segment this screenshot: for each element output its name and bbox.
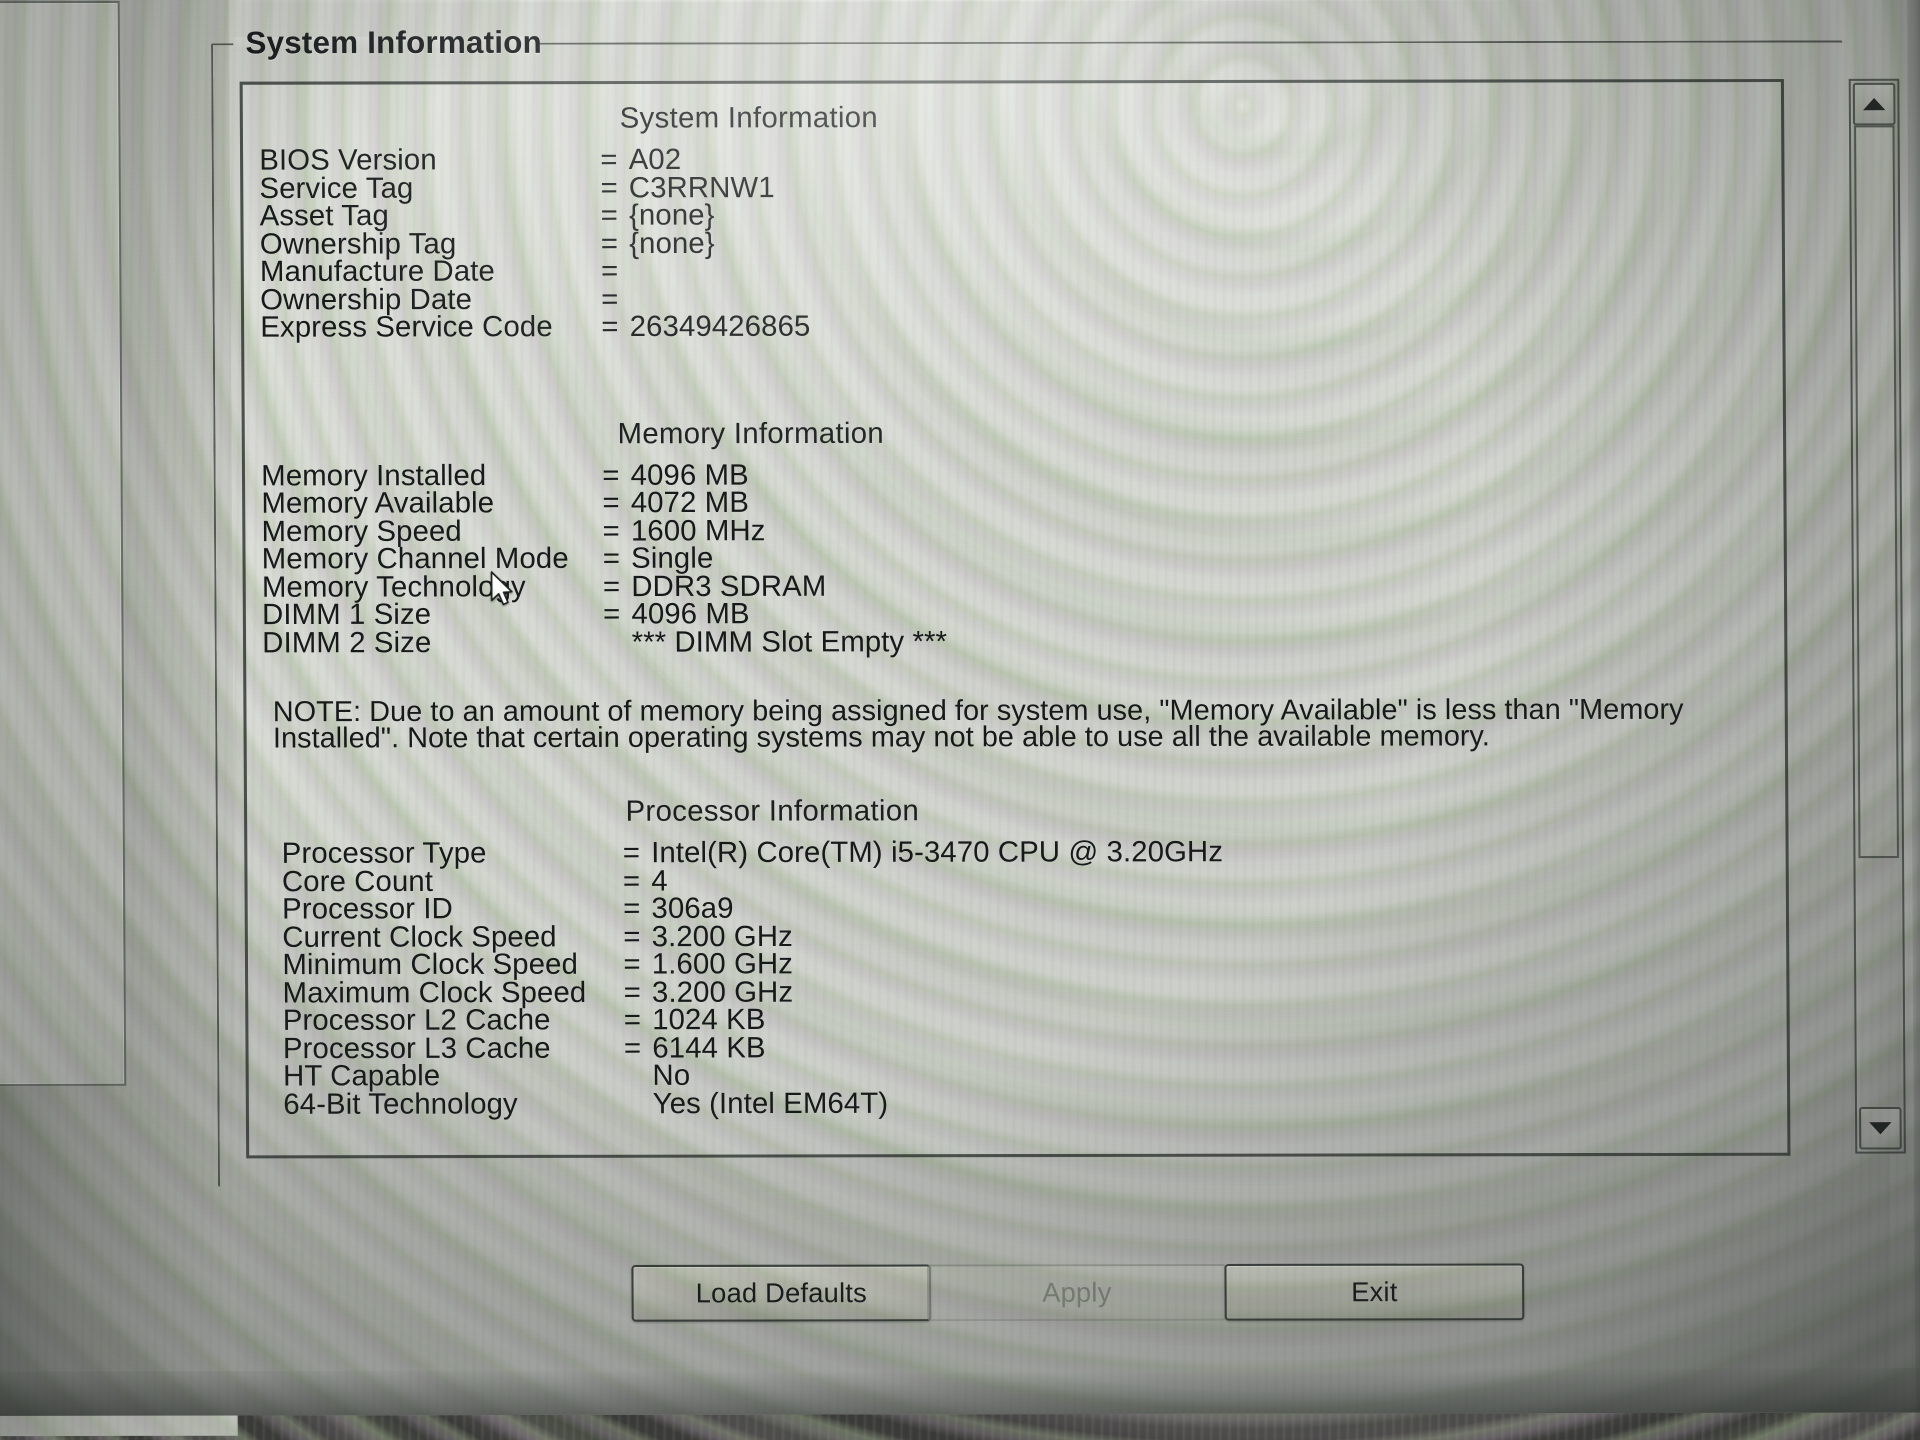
screen-right-edge xyxy=(1906,0,1920,1433)
row-value: *** DIMM Slot Empty *** xyxy=(631,625,948,659)
table-row: DIMM 1 Size = 4096 MB xyxy=(246,596,1784,631)
scrollbar-thumb[interactable] xyxy=(1854,125,1899,859)
section-heading-memory-information: Memory Information xyxy=(617,417,885,450)
table-row: Ownership Date = xyxy=(244,281,1783,316)
memory-note: NOTE: Due to an amount of memory being a… xyxy=(246,693,1785,755)
row-value xyxy=(630,306,1783,308)
row-label: 64-Bit Technology xyxy=(283,1087,518,1121)
table-row: Minimum Clock Speed = 1.600 GHz xyxy=(266,946,1786,981)
table-row: Ownership Tag = {none} xyxy=(244,225,1782,260)
memory-note-text: NOTE: Due to an amount of memory being a… xyxy=(272,693,1684,755)
section-heading-processor-information: Processor Information xyxy=(625,794,920,828)
table-row: 64-Bit Technology Yes (Intel EM64T) xyxy=(267,1085,1787,1120)
system-information-groupbox: System Information System Information BI… xyxy=(211,22,1906,1187)
table-row: HT Capable No xyxy=(267,1058,1787,1092)
scroll-up-arrow-icon xyxy=(1862,98,1886,111)
row-value xyxy=(629,278,1782,280)
scroll-up-button[interactable] xyxy=(1852,82,1896,126)
table-row: Core Count = 4 xyxy=(266,863,1786,898)
section-heading-system-information: System Information xyxy=(619,101,879,135)
row-value: {none} xyxy=(629,227,715,260)
table-row: Processor L3 Cache = 6144 KB xyxy=(267,1030,1787,1065)
row-value: Yes (Intel EM64T) xyxy=(652,1086,889,1120)
section-processor-information: Processor Information Processor Type = I… xyxy=(247,793,1787,1120)
screen-bottom-edge xyxy=(0,1368,1920,1416)
table-row: Processor Type = Intel(R) Core(TM) i5-34… xyxy=(265,835,1785,870)
scrollbar-track[interactable] xyxy=(1853,125,1902,1108)
table-row: Processor L2 Cache = 1024 KB xyxy=(266,1002,1786,1037)
table-row: Asset Tag = {none} xyxy=(243,197,1781,232)
background-window-edge xyxy=(0,0,127,1087)
table-row: Maximum Clock Speed = 3.200 GHz xyxy=(266,974,1786,1009)
table-row: Current Clock Speed = 3.200 GHz xyxy=(266,918,1786,953)
table-row: Memory Available = 4072 MB xyxy=(245,485,1783,520)
scrollable-content[interactable]: System Information BIOS Version = A02 Se… xyxy=(243,82,1788,1155)
row-label: Express Service Code xyxy=(260,310,553,344)
screen-surface: System Information System Information BI… xyxy=(0,0,1920,1440)
vertical-scrollbar[interactable] xyxy=(1848,78,1906,1154)
table-row: Memory Channel Mode = Single xyxy=(245,540,1783,575)
row-equals: = xyxy=(623,1031,642,1065)
row-label: DIMM 2 Size xyxy=(262,626,432,659)
system-information-rows: BIOS Version = A02 Service Tag = C3RRNW1 xyxy=(243,142,1783,344)
dialog-button-bar: Load Defaults Apply Exit xyxy=(237,1263,1891,1347)
monitor-photograph: System Information System Information BI… xyxy=(0,0,1920,1440)
exit-button[interactable]: Exit xyxy=(1224,1263,1525,1321)
row-equals: = xyxy=(603,598,621,631)
scroll-down-button[interactable] xyxy=(1859,1106,1902,1150)
table-row: Memory Installed = 4096 MB xyxy=(245,457,1783,492)
section-system-information: System Information BIOS Version = A02 Se… xyxy=(243,100,1783,344)
table-row: Memory Technology = DDR3 SDRAM xyxy=(246,568,1784,603)
apply-button: Apply xyxy=(926,1263,1227,1322)
page-title: System Information xyxy=(245,24,543,61)
row-equals: = xyxy=(601,310,619,344)
table-row: Express Service Code = 26349426865 xyxy=(244,309,1782,343)
processor-information-rows: Processor Type = Intel(R) Core(TM) i5-34… xyxy=(265,835,1787,1120)
load-defaults-button[interactable]: Load Defaults xyxy=(631,1264,932,1322)
table-row: Service Tag = C3RRNW1 xyxy=(243,170,1781,204)
table-row: DIMM 2 Size *** DIMM Slot Empty *** xyxy=(246,624,1784,659)
information-content-pane: System Information BIOS Version = A02 Se… xyxy=(239,78,1791,1159)
table-row: Processor ID = 306a9 xyxy=(266,891,1786,925)
bios-setup-dialog: System Information System Information BI… xyxy=(211,0,1906,1371)
row-value: 26349426865 xyxy=(629,310,811,344)
table-row: BIOS Version = A02 xyxy=(243,142,1781,177)
lcd-screen: System Information System Information BI… xyxy=(0,0,1920,1440)
section-memory-information: Memory Information Memory Installed = 40… xyxy=(245,415,1785,659)
table-row: Memory Speed = 1600 MHz xyxy=(245,513,1783,547)
memory-information-rows: Memory Installed = 4096 MB Memory Availa… xyxy=(245,457,1784,659)
scroll-down-arrow-icon xyxy=(1869,1122,1892,1135)
